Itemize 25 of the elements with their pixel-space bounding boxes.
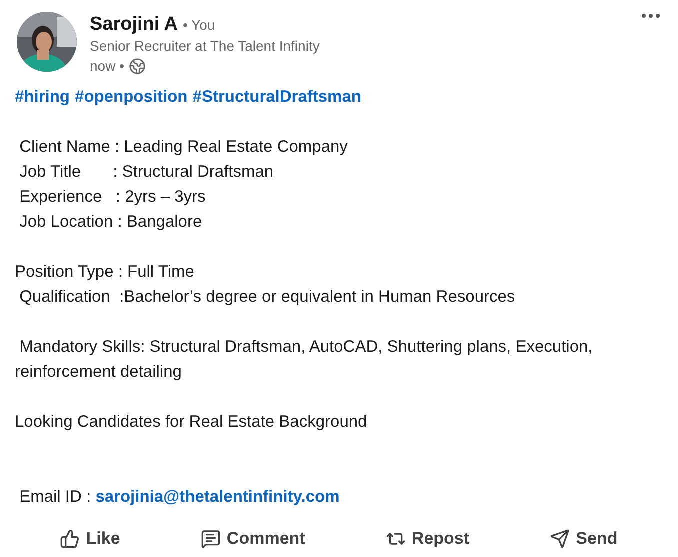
send-icon xyxy=(550,528,570,549)
hashtag-link[interactable]: #hiring xyxy=(15,85,70,110)
send-button[interactable]: Send xyxy=(540,522,628,556)
post-text: Mandatory Skills: Structural Draftsman, AutoCAD, Shuttering plans, Execution, reinforcement detailing xyxy=(15,337,594,383)
post-text: Experience : 2yrs – 3yrs xyxy=(18,187,207,208)
post-text: Qualification :Bachelor’s degree or equivalent in Human Resources xyxy=(18,287,516,308)
globe-icon xyxy=(129,58,146,74)
like-button[interactable]: Like xyxy=(50,522,130,556)
repost-button[interactable]: Repost xyxy=(376,522,480,556)
hashtag-link[interactable]: #StructuralDraftsman xyxy=(192,85,362,110)
hashtag-link[interactable]: #openposition xyxy=(75,85,188,110)
comment-button[interactable]: Comment xyxy=(190,522,316,556)
email-link[interactable]: sarojinia@thetalentinfinity.com xyxy=(96,485,340,510)
email-label: Email ID : xyxy=(18,487,92,508)
thumbs-up-icon xyxy=(60,528,80,549)
post-text: Position Type : Full Time xyxy=(15,262,196,283)
post-time: now • xyxy=(90,57,124,76)
author-name[interactable]: Sarojini A xyxy=(90,14,178,36)
post-text: Looking Candidates for Real Estate Background xyxy=(15,412,368,433)
post-text: Job Title : Structural Draftsman xyxy=(18,162,275,183)
post-text: Job Location : Bangalore xyxy=(18,212,204,233)
comment-icon xyxy=(200,528,221,549)
connection-label: • You xyxy=(182,16,216,35)
author-headline: Senior Recruiter at The Talent Infinity xyxy=(90,37,320,56)
post-text: Client Name : Leading Real Estate Company xyxy=(18,137,349,158)
